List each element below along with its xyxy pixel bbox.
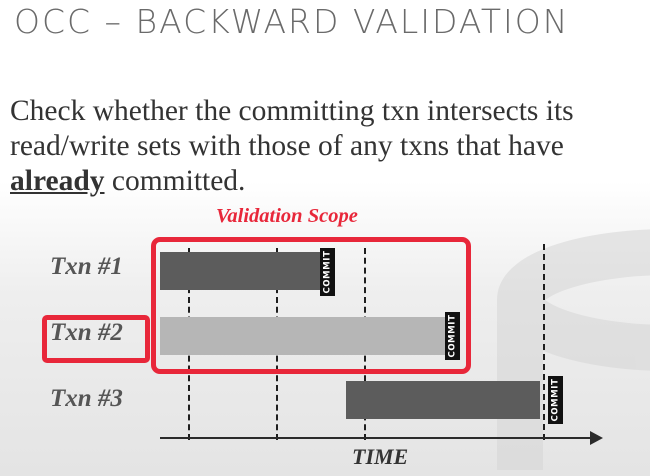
- slide-title: OCC – BACKWARD VALIDATION: [14, 2, 570, 41]
- body-text-end: committed.: [104, 165, 246, 197]
- txn-3-label: Txn #3: [50, 385, 123, 412]
- time-marker: [543, 244, 545, 440]
- txn-3-bar: [346, 381, 540, 419]
- validation-scope-box: [151, 237, 471, 374]
- commit-label: COMMIT: [550, 378, 561, 422]
- time-axis: [160, 437, 596, 439]
- slide-body: Check whether the committing txn interse…: [10, 94, 635, 199]
- txn-3-commit-marker: COMMIT: [548, 376, 563, 424]
- time-axis-label: TIME: [352, 444, 409, 469]
- txn-1-label: Txn #1: [50, 253, 123, 280]
- body-emphasis: already: [10, 165, 105, 197]
- body-text-start: Check whether the committing txn interse…: [10, 95, 574, 162]
- validation-scope-label: Validation Scope: [216, 205, 358, 227]
- txn-2-label: Txn #2: [50, 319, 123, 346]
- time-axis-arrowhead: [590, 431, 603, 445]
